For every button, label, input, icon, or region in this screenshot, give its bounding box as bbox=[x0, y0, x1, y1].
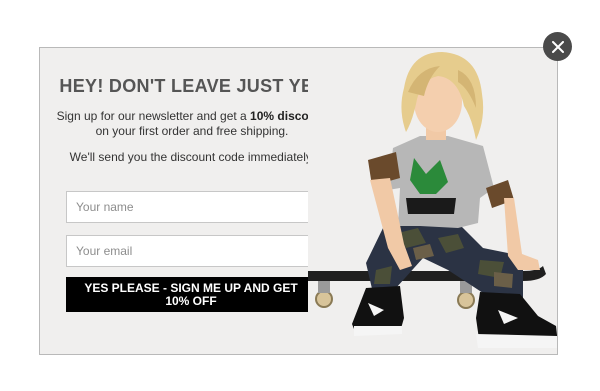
pitch-prefix: Sign up for our newsletter and get a bbox=[56, 109, 251, 123]
newsletter-popup: HEY! DON'T LEAVE JUST YET Sign up for ou… bbox=[39, 47, 558, 355]
popup-pitch: Sign up for our newsletter and get a 10%… bbox=[56, 109, 328, 139]
boy-on-skateboard-photo bbox=[308, 48, 557, 354]
popup-note: We'll send you the discount code immedia… bbox=[69, 150, 315, 164]
signup-button[interactable]: YES PLEASE - SIGN ME UP AND GET 10% OFF bbox=[66, 277, 316, 312]
close-icon bbox=[551, 40, 564, 53]
boy-illustration bbox=[308, 48, 557, 354]
popup-headline: HEY! DON'T LEAVE JUST YET bbox=[59, 76, 325, 96]
pitch-suffix: on your first order and free shipping. bbox=[95, 124, 289, 138]
close-button[interactable] bbox=[543, 32, 572, 61]
email-input[interactable] bbox=[66, 235, 316, 267]
name-input[interactable] bbox=[66, 191, 316, 223]
overlay-stage: HEY! DON'T LEAVE JUST YET Sign up for ou… bbox=[0, 0, 600, 391]
